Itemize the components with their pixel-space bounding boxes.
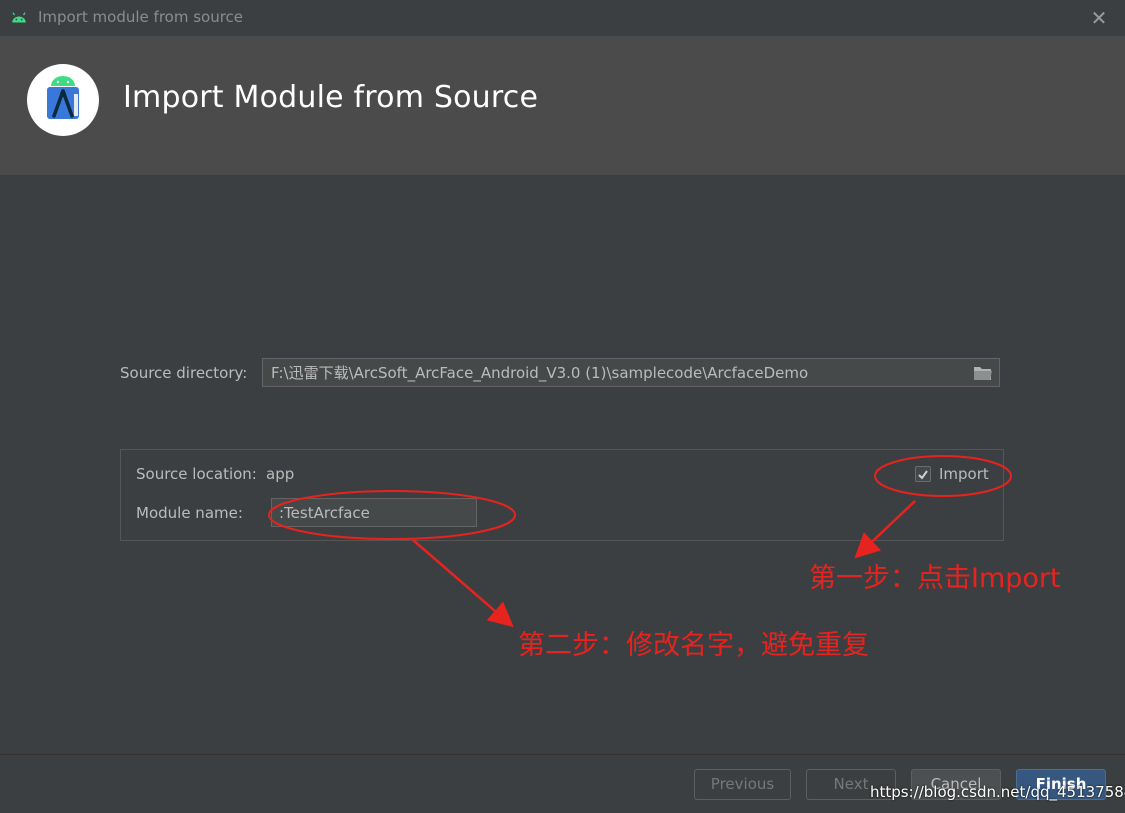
source-directory-field[interactable] [262,358,1000,387]
watermark: https://blog.csdn.net/qq_45137584 [870,783,1125,801]
annotation-step1: 第一步：点击Import [809,563,1061,594]
android-studio-logo [27,64,99,136]
source-location-label: Source location: [136,465,257,483]
checkmark-icon [918,470,928,480]
module-name-field[interactable] [271,498,477,527]
source-location-value: app [266,465,295,483]
step2-arrow [412,539,514,628]
page-title: Import Module from Source [123,80,539,115]
module-name-input[interactable] [272,499,476,526]
previous-button[interactable]: Previous [694,769,791,800]
android-studio-icon [47,76,79,119]
wizard-header: Import Module from Source [0,36,1125,175]
close-icon[interactable]: ✕ [1087,6,1111,30]
module-name-label: Module name: [136,504,243,522]
import-label: Import [939,465,989,483]
source-directory-input[interactable] [263,359,979,386]
window-titlebar: Import module from source ✕ [0,0,1125,37]
module-table: Source location: app Module name: Import [120,449,1004,541]
source-directory-label: Source directory: [120,364,248,382]
window-title: Import module from source [38,8,244,26]
annotation-step2: 第二步：修改名字，避免重复 [518,630,869,661]
checkbox-box[interactable] [915,466,931,482]
folder-icon[interactable] [973,364,993,382]
android-icon [12,12,26,23]
